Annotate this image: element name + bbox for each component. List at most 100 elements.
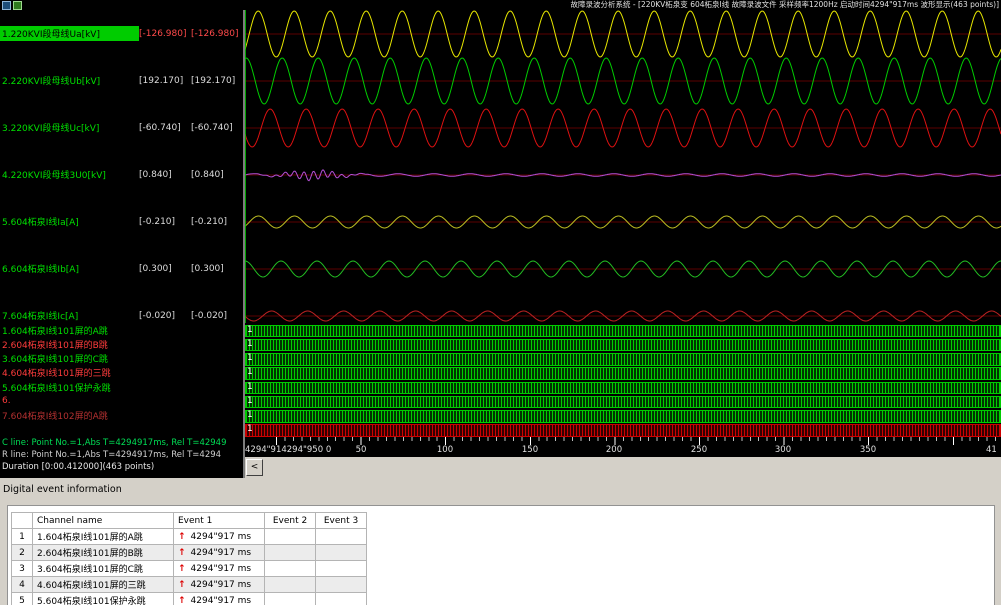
digital-channel-row[interactable]: 4.604柘泉Ⅰ线101屏的三跳 [0,366,243,380]
cursor-c-value: [0.300] [139,264,191,274]
horizontal-scrollbar[interactable]: < [245,457,1001,478]
table-row[interactable]: 4 4.604柘泉Ⅰ线101屏的三跳 ↑4294"917 ms [12,577,367,593]
digital-bar-value: 1 [247,324,253,337]
event-panel-title: Digital event information [3,484,122,495]
digital-bar-row[interactable]: 1 [245,380,1001,394]
event-1-time: 4294"917 ms [191,548,252,558]
digital-bar-value: 1 [247,381,253,394]
rise-arrow-icon: ↑ [178,580,186,590]
channel-name[interactable]: 1.220KVⅠ段母线Ua[kV] [0,26,139,41]
digital-channel-row[interactable]: 7.604柘泉Ⅰ线102屏的A跳 [0,409,243,423]
scroll-left-button[interactable]: < [246,459,263,476]
event-1-cell: ↑4294"917 ms [174,545,265,561]
channel-name[interactable]: 2.220KVⅠ段母线Ub[kV] [0,73,139,88]
digital-channel-row[interactable]: 2.604柘泉Ⅰ线101屏的B跳 [0,337,243,351]
event-2-cell [265,561,316,577]
window-icon[interactable] [2,1,11,10]
channel-name-cell: 2.604柘泉Ⅰ线101屏的B跳 [33,545,174,561]
digital-bar-value: 1 [247,366,253,379]
analog-channel-row[interactable]: 3.220KVⅠ段母线Uc[kV] [-60.740] [-60.740] [0,104,243,151]
table-row[interactable]: 3 3.604柘泉Ⅰ线101屏的C跳 ↑4294"917 ms [12,561,367,577]
analog-channel-row[interactable]: 6.604柘泉Ⅰ线Ib[A] [0.300] [0.300] [0,245,243,292]
time-axis[interactable]: 4294"914294"950 0 50 100 150 200 250 300… [245,437,1001,457]
digital-bar-value: 1 [247,423,253,436]
digital-bar-value: 1 [247,352,253,365]
digital-channel-name[interactable]: 2.604柘泉Ⅰ线101屏的B跳 [2,338,108,351]
event-1-time: 4294"917 ms [191,532,252,542]
digital-state-bar [245,325,1001,338]
analog-waveforms-svg [245,10,1001,323]
time-axis-ticks [245,437,1001,445]
cursor-r-value: [0.300] [191,264,243,274]
digital-bar-row[interactable]: 1 [245,409,1001,423]
digital-bar-value: 1 [247,395,253,408]
event-1-cell: ↑4294"917 ms [174,561,265,577]
row-number-cell: 2 [12,545,33,561]
digital-channel-name[interactable]: 3.604柘泉Ⅰ线101屏的C跳 [2,352,108,365]
analog-waveform-area[interactable] [245,10,1001,323]
channel-name-cell: 5.604柘泉Ⅰ线101保护永跳 [33,593,174,605]
window-title: 故障录波分析系统 - [220KV柘泉变 604柘泉Ⅰ线 故障录波文件 采样频率… [260,0,999,10]
cursor-r-value: [-0.210] [191,217,243,227]
channel-name[interactable]: 6.604柘泉Ⅰ线Ib[A] [0,261,139,276]
time-axis-label: 50 [356,445,367,455]
digital-state-bar [245,367,1001,380]
digital-bar-value: 1 [247,338,253,351]
analog-channel-row[interactable]: 5.604柘泉Ⅰ线Ia[A] [-0.210] [-0.210] [0,198,243,245]
digital-channel-name[interactable]: 4.604柘泉Ⅰ线101屏的三跳 [2,366,111,379]
digital-channel-name[interactable]: 6. [2,396,11,406]
digital-bar-row[interactable]: 1 [245,394,1001,408]
digital-bar-row[interactable]: 1 [245,366,1001,380]
digital-channel-row[interactable]: 3.604柘泉Ⅰ线101屏的C跳 [0,352,243,366]
channel-name[interactable]: 5.604柘泉Ⅰ线Ia[A] [0,214,139,229]
analog-channel-row[interactable]: 7.604柘泉Ⅰ线Ic[A] [-0.020] [-0.020] [0,292,243,323]
digital-channel-name[interactable]: 7.604柘泉Ⅰ线102屏的A跳 [2,409,108,422]
digital-status-bars[interactable]: 1 1 1 1 1 1 [245,323,1001,437]
time-axis-label: 250 [691,445,707,455]
event-1-time: 4294"917 ms [191,564,252,574]
cursor-c-value: [-0.210] [139,217,191,227]
digital-bar-row[interactable]: 1 [245,323,1001,337]
channel-name[interactable]: 7.604柘泉Ⅰ线Ic[A] [0,308,139,323]
event-3-cell [316,545,367,561]
cursor-r-value: [192.170] [191,76,243,86]
table-row[interactable]: 1 1.604柘泉Ⅰ线101屏的A跳 ↑4294"917 ms [12,529,367,545]
digital-channel-row[interactable]: 1.604柘泉Ⅰ线101屏的A跳 [0,323,243,337]
digital-bar-row[interactable]: 1 [245,352,1001,366]
digital-channel-name[interactable]: 1.604柘泉Ⅰ线101屏的A跳 [2,324,108,337]
channel-name[interactable]: 4.220KVⅠ段母线3U0[kV] [0,167,139,182]
digital-state-bar [245,410,1001,423]
digital-channel-row[interactable]: 6. [0,394,243,408]
time-axis-label: 300 [775,445,791,455]
table-row[interactable]: 5 5.604柘泉Ⅰ线101保护永跳 ↑4294"917 ms [12,593,367,605]
rise-arrow-icon: ↑ [178,596,186,605]
time-axis-label: 150 [522,445,538,455]
analog-channel-row[interactable]: 4.220KVⅠ段母线3U0[kV] [0.840] [0.840] [0,151,243,198]
fault-recorder-analyzer-window: 故障录波分析系统 - [220KV柘泉变 604柘泉Ⅰ线 故障录波文件 采样频率… [0,0,1001,605]
analog-channel-row[interactable]: 2.220KVⅠ段母线Ub[kV] [192.170] [192.170] [0,57,243,104]
event-3-cell [316,529,367,545]
title-icons [2,1,22,10]
wave-icon[interactable] [13,1,22,10]
digital-bar-row[interactable]: 1 [245,423,1001,437]
digital-state-bar [245,424,1001,437]
cursor-c-value: [0.840] [139,170,191,180]
cursor-r-value: [-0.020] [191,311,243,321]
digital-channel-row[interactable]: 5.604柘泉Ⅰ线101保护永跳 [0,380,243,394]
row-number-cell: 5 [12,593,33,605]
event-3-cell [316,561,367,577]
table-row[interactable]: 2 2.604柘泉Ⅰ线101屏的B跳 ↑4294"917 ms [12,545,367,561]
header-event-2: Event 2 [265,513,316,529]
cursor-r-value: [-60.740] [191,123,243,133]
header-event-1: Event 1 [174,513,265,529]
digital-bar-row[interactable]: 1 [245,337,1001,351]
analog-channel-row[interactable]: 1.220KVⅠ段母线Ua[kV] [-126.980] [-126.980] [0,10,243,57]
time-axis-label: 100 [437,445,453,455]
channel-name[interactable]: 3.220KVⅠ段母线Uc[kV] [0,120,139,135]
event-information-section: Digital event information Channel name E… [0,478,1001,605]
digital-channel-name[interactable]: 5.604柘泉Ⅰ线101保护永跳 [2,381,111,394]
digital-channel-row[interactable] [0,423,243,437]
digital-state-bar [245,382,1001,395]
event-1-cell: ↑4294"917 ms [174,593,265,605]
cursor-c-value: [-0.020] [139,311,191,321]
